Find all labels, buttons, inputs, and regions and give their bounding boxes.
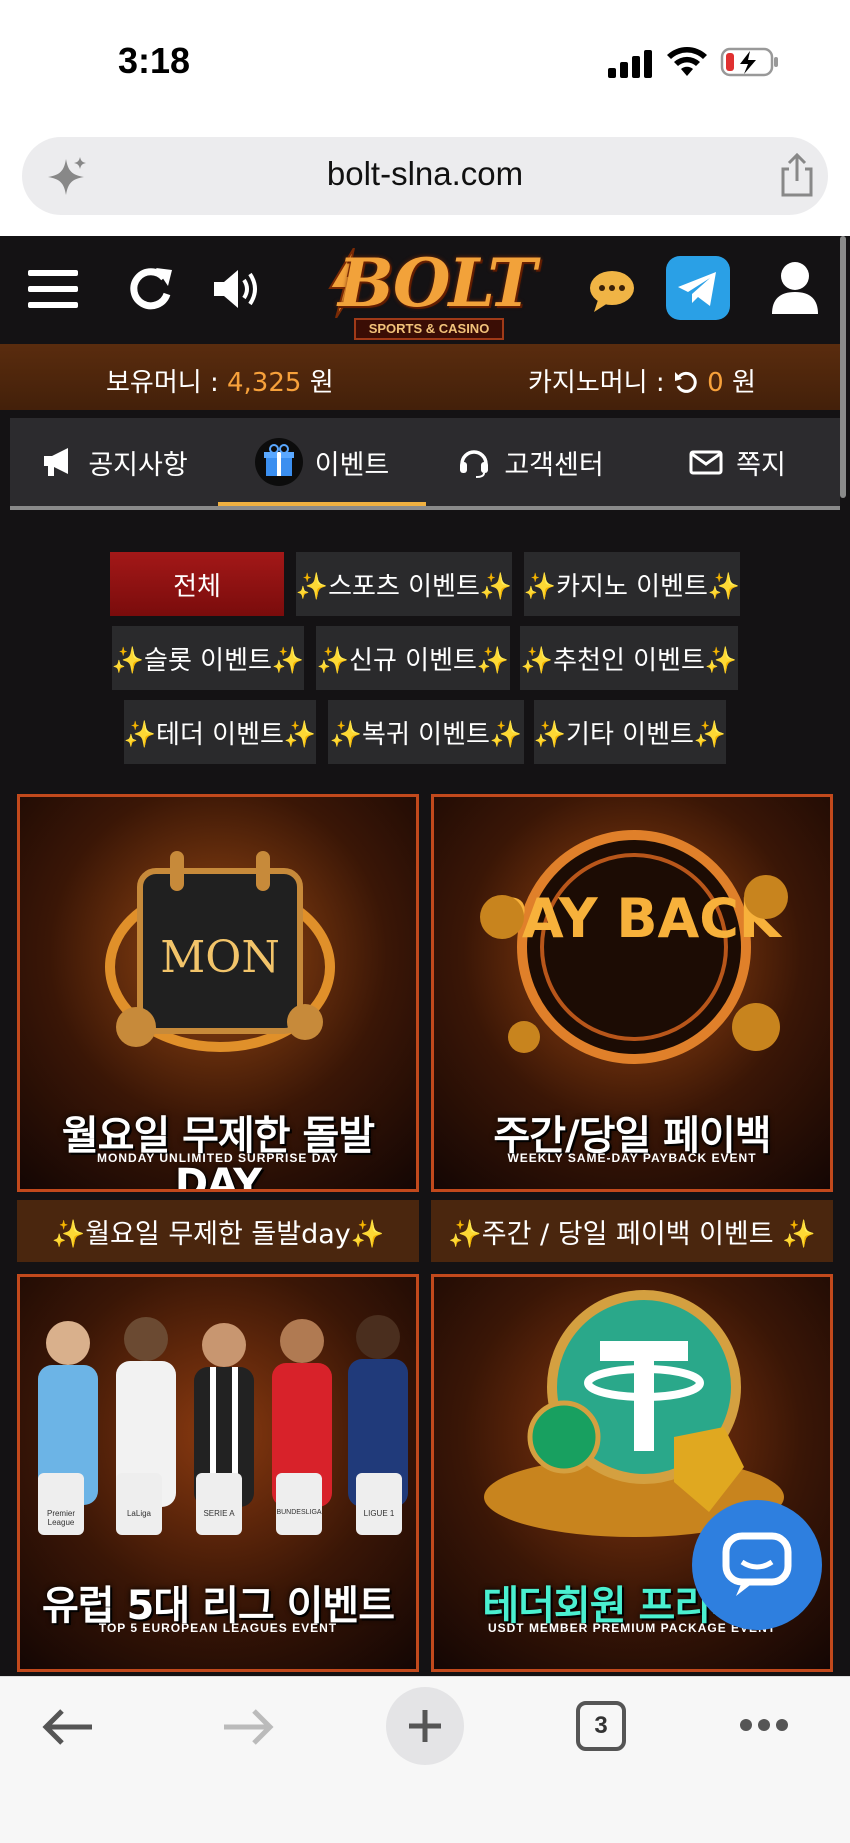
calendar-icon: MON xyxy=(105,851,335,1052)
event-card-leagues[interactable]: Premier League LaLiga SERIE A BUNDESLIGA… xyxy=(17,1274,419,1672)
filter-sports[interactable]: ✨스포츠 이벤트✨ xyxy=(296,552,512,616)
league-badge-bundesliga: BUNDESLIGA xyxy=(276,1473,322,1535)
battery-charging-icon xyxy=(720,47,778,77)
payback-badge-icon: PAY BACK xyxy=(480,830,788,1064)
holding-money-unit: 원 xyxy=(309,368,334,398)
gift-icon xyxy=(254,438,303,486)
league-badge-laliga: LaLiga xyxy=(116,1473,162,1535)
casino-money-value: 0 xyxy=(707,368,724,398)
browser-toolbar: 3 xyxy=(0,1676,850,1843)
live-chat-button[interactable] xyxy=(692,1500,822,1630)
league-badge-ligue1: LIGUE 1 xyxy=(356,1473,402,1535)
casino-money-unit: 원 xyxy=(731,368,756,398)
event-title-en: TOP 5 EUROPEAN LEAGUES EVENT xyxy=(98,1621,338,1635)
refresh-icon[interactable] xyxy=(126,258,176,320)
event-card-monday[interactable]: MON 월요일 무제한 돌발 DAY MONDAY UNLIMITED SURP… xyxy=(17,794,419,1192)
chat-bubble-icon[interactable] xyxy=(588,266,636,314)
league-badge-premier: Premier League xyxy=(38,1473,84,1535)
telegram-icon[interactable] xyxy=(666,256,730,320)
league-badge-seriea: SERIE A xyxy=(196,1473,242,1535)
tab-support[interactable]: 고객센터 xyxy=(426,418,634,506)
website-content: BOLT SPORTS & CASINO 보유머니 : 4,325 원 카지노머… xyxy=(0,236,850,1676)
tab-label: 고객센터 xyxy=(504,449,604,481)
event-caption[interactable]: ✨주간 / 당일 페이백 이벤트 ✨ xyxy=(431,1200,833,1262)
balance-bar: 보유머니 : 4,325 원 카지노머니 : 0 원 xyxy=(0,344,840,410)
filter-referral[interactable]: ✨추천인 이벤트✨ xyxy=(520,626,738,690)
holding-money: 보유머니 : 4,325 원 xyxy=(106,362,334,399)
hamburger-menu-icon[interactable] xyxy=(28,258,78,320)
share-icon[interactable] xyxy=(777,151,817,199)
holding-money-value: 4,325 xyxy=(226,368,302,398)
filter-other[interactable]: ✨기타 이벤트✨ xyxy=(534,700,726,764)
event-title-ko: 월요일 무제한 돌발 DAY xyxy=(61,1113,375,1192)
league-badges: Premier League LaLiga SERIE A BUNDESLIGA… xyxy=(20,1473,416,1543)
tab-label: 이벤트 xyxy=(314,449,390,481)
holding-money-label: 보유머니 : xyxy=(106,368,219,398)
forward-arrow-icon[interactable] xyxy=(220,1707,276,1747)
event-title-en: MONDAY UNLIMITED SURPRISE DAY xyxy=(97,1151,339,1165)
tab-label: 쪽지 xyxy=(736,449,786,481)
filter-casino[interactable]: ✨카지노 이벤트✨ xyxy=(524,552,740,616)
status-time: 3:18 xyxy=(118,40,191,81)
tab-event[interactable]: 이벤트 xyxy=(218,418,426,506)
tab-notice[interactable]: 공지사항 xyxy=(10,418,218,506)
filter-tether[interactable]: ✨테더 이벤트✨ xyxy=(124,700,316,764)
tab-label: 공지사항 xyxy=(88,449,188,481)
casino-money: 카지노머니 : 0 원 xyxy=(528,362,756,399)
new-tab-button[interactable] xyxy=(386,1687,464,1765)
site-logo[interactable]: BOLT SPORTS & CASINO xyxy=(320,244,540,344)
filter-return[interactable]: ✨복귀 이벤트✨ xyxy=(328,700,524,764)
envelope-icon xyxy=(689,450,723,475)
filter-new[interactable]: ✨신규 이벤트✨ xyxy=(316,626,510,690)
sound-icon[interactable] xyxy=(210,258,266,320)
user-icon[interactable] xyxy=(770,258,820,320)
logo-subtitle: SPORTS & CASINO xyxy=(354,318,504,340)
more-options-icon[interactable] xyxy=(738,1717,790,1733)
event-caption[interactable]: ✨월요일 무제한 돌발day✨ xyxy=(17,1200,419,1262)
tab-message[interactable]: 쪽지 xyxy=(634,418,840,506)
site-tabs: 공지사항 이벤트 고객센터 쪽지 xyxy=(10,418,840,510)
chat-icon xyxy=(722,1532,792,1596)
status-bar: 3:18 xyxy=(0,0,850,120)
site-header: BOLT SPORTS & CASINO xyxy=(0,236,840,344)
wifi-icon xyxy=(667,47,707,76)
refresh-small-icon[interactable] xyxy=(673,369,699,395)
url-text[interactable]: bolt-slna.com xyxy=(22,155,828,193)
back-arrow-icon[interactable] xyxy=(40,1707,96,1747)
logo-text: BOLT xyxy=(338,244,537,322)
filter-all[interactable]: 전체 xyxy=(110,552,284,616)
active-tab-indicator xyxy=(218,502,426,506)
plus-icon xyxy=(409,1710,441,1742)
banner-text: PAY BACK xyxy=(487,887,783,950)
megaphone-icon xyxy=(44,448,69,476)
headset-icon xyxy=(460,450,489,478)
scrollbar[interactable] xyxy=(840,236,846,498)
address-bar[interactable]: bolt-slna.com xyxy=(22,137,828,215)
banner-text: MON xyxy=(160,932,280,983)
filter-slot[interactable]: ✨슬롯 이벤트✨ xyxy=(112,626,304,690)
event-card-payback[interactable]: PAY BACK 주간/당일 페이백 WEEKLY SAME-DAY PAYBA… xyxy=(431,794,833,1192)
event-title-en: WEEKLY SAME-DAY PAYBACK EVENT xyxy=(507,1151,757,1165)
cellular-signal-icon xyxy=(608,48,654,78)
tab-switcher-button[interactable]: 3 xyxy=(576,1701,626,1751)
casino-money-label: 카지노머니 : xyxy=(528,368,665,398)
